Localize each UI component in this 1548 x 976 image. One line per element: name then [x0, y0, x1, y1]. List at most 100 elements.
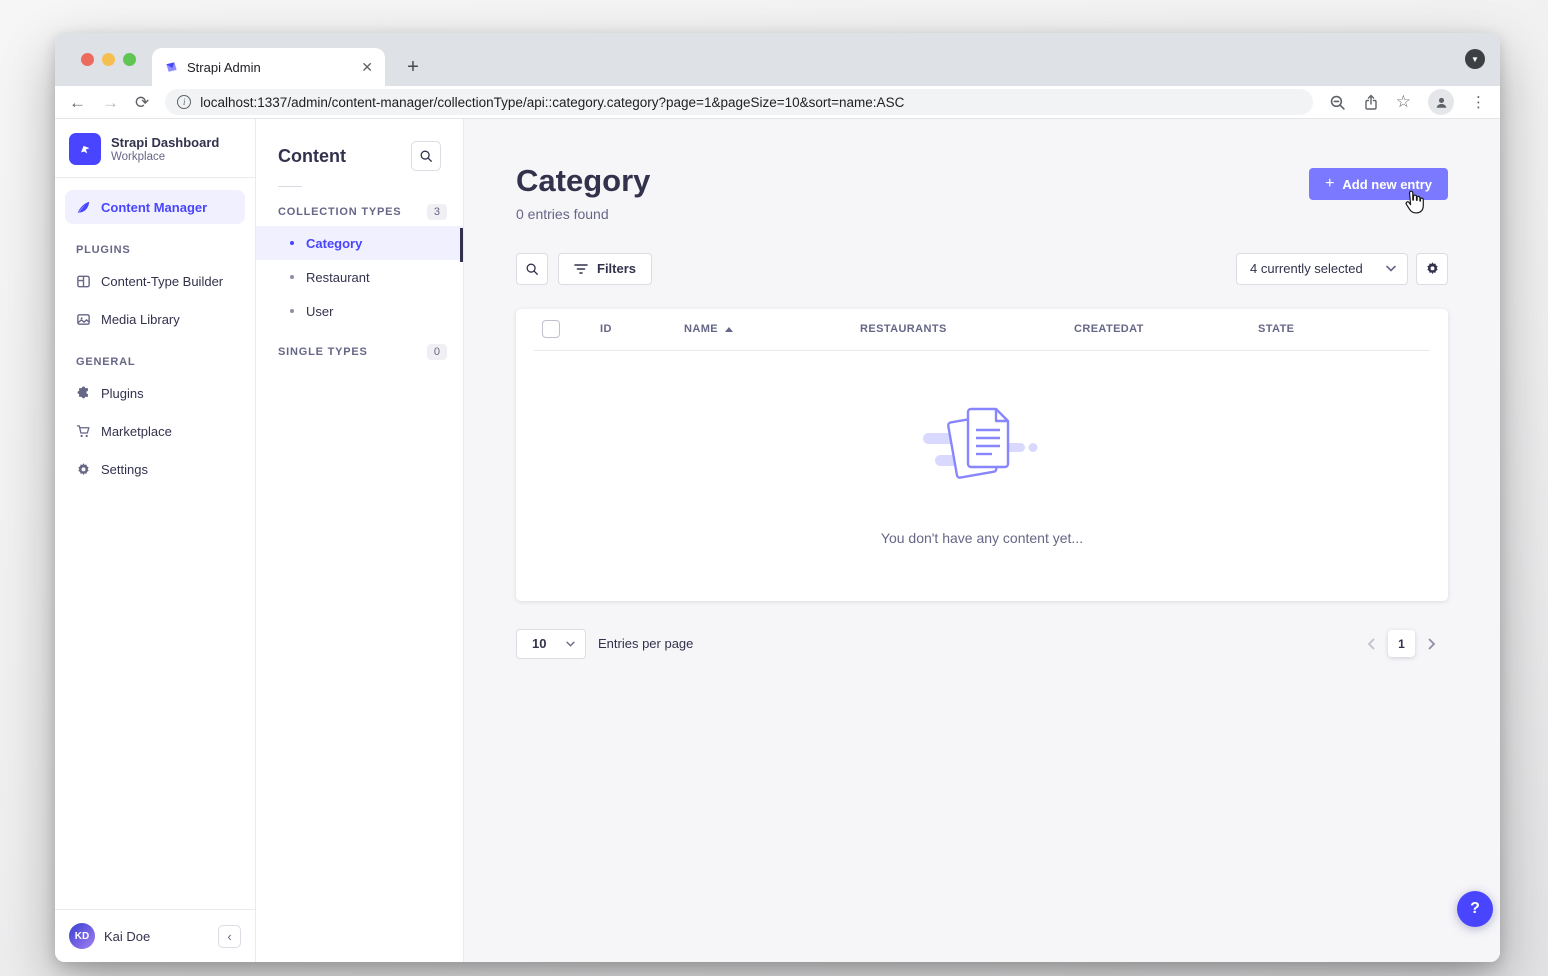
subnav-search-button[interactable]: [411, 141, 441, 171]
fields-select[interactable]: 4 currently selected: [1236, 253, 1408, 285]
filter-icon: [574, 263, 588, 275]
empty-documents-illustration: [921, 405, 1043, 496]
browser-toolbar: ← → ⟳ i localhost:1337/admin/content-man…: [55, 86, 1500, 119]
page-size-select[interactable]: 10: [516, 629, 586, 659]
new-tab-button[interactable]: +: [401, 55, 425, 79]
chevron-down-icon: [1386, 265, 1396, 272]
collection-types-label: COLLECTION TYPES: [278, 206, 401, 218]
empty-state-text: You don't have any content yet...: [881, 530, 1083, 546]
collection-types-count-badge: 3: [427, 204, 447, 220]
tab-title: Strapi Admin: [187, 60, 353, 75]
strapi-logo-icon: [69, 133, 101, 165]
add-new-entry-button[interactable]: + Add new entry: [1309, 168, 1448, 200]
back-icon[interactable]: ←: [69, 94, 86, 111]
workspace-name: Strapi Dashboard: [111, 135, 219, 150]
column-header-id[interactable]: ID: [600, 323, 684, 335]
sidebar-item-media-library[interactable]: Media Library: [65, 302, 245, 336]
content-subnav: Content COLLECTION TYPES 3 Category Rest…: [256, 119, 464, 962]
sidebar-item-content-manager[interactable]: Content Manager: [65, 190, 245, 224]
bullet-icon: [290, 241, 294, 245]
close-window-button[interactable]: [81, 53, 94, 66]
site-info-icon[interactable]: i: [177, 95, 191, 109]
traffic-lights: [81, 53, 136, 66]
browser-menu-icon[interactable]: ⋮: [1471, 93, 1486, 111]
zoom-window-button[interactable]: [123, 53, 136, 66]
zoom-out-icon[interactable]: [1329, 94, 1346, 111]
browser-tab-bar: Strapi Admin ✕ + ▼: [55, 33, 1500, 86]
chrome-actions: ☆ ⋮: [1329, 89, 1486, 115]
picture-icon: [76, 312, 91, 327]
column-header-name[interactable]: NAME: [684, 323, 860, 335]
page-size-value: 10: [532, 636, 546, 651]
entries-count: 0 entries found: [516, 206, 650, 222]
column-header-state[interactable]: STATE: [1258, 323, 1430, 335]
browser-profile-icon[interactable]: [1428, 89, 1454, 115]
help-button[interactable]: ?: [1457, 891, 1493, 927]
entries-per-page-label: Entries per page: [598, 636, 693, 651]
fields-select-value: 4 currently selected: [1250, 261, 1363, 276]
share-icon[interactable]: [1363, 94, 1379, 111]
bullet-icon: [290, 309, 294, 313]
record-indicator-icon[interactable]: ▼: [1465, 49, 1485, 69]
user-row: KD Kai Doe ‹: [55, 909, 255, 962]
sort-ascending-icon: [725, 327, 733, 332]
url-text: localhost:1337/admin/content-manager/col…: [200, 95, 904, 110]
page-title: Category: [516, 163, 650, 199]
sidebar-item-settings[interactable]: Settings: [65, 452, 245, 486]
subnav-item-user[interactable]: User: [256, 294, 463, 328]
previous-page-icon[interactable]: [1367, 638, 1375, 650]
subnav-title: Content: [278, 146, 346, 167]
subnav-item-category[interactable]: Category: [256, 226, 463, 260]
plus-icon: +: [1325, 176, 1334, 192]
avatar[interactable]: KD: [69, 923, 95, 949]
single-types-label: SINGLE TYPES: [278, 346, 368, 358]
entries-table: ID NAME RESTAURANTS CREATEDAT STATE: [516, 309, 1448, 601]
empty-state: You don't have any content yet...: [516, 351, 1448, 546]
browser-tab[interactable]: Strapi Admin ✕: [152, 48, 385, 86]
bullet-icon: [290, 275, 294, 279]
minimize-window-button[interactable]: [102, 53, 115, 66]
sidebar-section-general: GENERAL: [55, 338, 255, 374]
bookmark-star-icon[interactable]: ☆: [1396, 92, 1411, 112]
browser-window: Strapi Admin ✕ + ▼ ← → ⟳ i localhost:133…: [55, 33, 1500, 962]
sidebar-item-content-type-builder[interactable]: Content-Type Builder: [65, 264, 245, 298]
workspace-switcher[interactable]: Strapi Dashboard Workplace: [55, 131, 255, 178]
next-page-icon[interactable]: [1428, 638, 1436, 650]
table-header-row: ID NAME RESTAURANTS CREATEDAT STATE: [516, 309, 1448, 350]
address-bar[interactable]: i localhost:1337/admin/content-manager/c…: [165, 89, 1313, 115]
sidebar-item-plugins[interactable]: Plugins: [65, 376, 245, 410]
gear-icon: [76, 462, 91, 477]
sidebar-item-label: Media Library: [101, 312, 180, 327]
workspace-subtitle: Workplace: [111, 151, 219, 163]
pagination-bar: 10 Entries per page 1: [516, 629, 1448, 659]
subnav-item-restaurant[interactable]: Restaurant: [256, 260, 463, 294]
layout-icon: [76, 274, 91, 289]
sidebar-item-marketplace[interactable]: Marketplace: [65, 414, 245, 448]
column-header-createdat[interactable]: CREATEDAT: [1074, 323, 1258, 335]
forward-icon[interactable]: →: [102, 94, 119, 111]
sidebar-item-label: Content-Type Builder: [101, 274, 223, 289]
chevron-down-icon: [566, 641, 575, 647]
single-types-count-badge: 0: [427, 344, 447, 360]
pen-icon: [76, 200, 91, 215]
select-all-checkbox[interactable]: [542, 320, 560, 338]
subnav-scrollbar[interactable]: [460, 228, 463, 262]
main-content: Category 0 entries found + Add new entry: [464, 119, 1500, 962]
subnav-item-label: User: [306, 304, 333, 319]
puzzle-icon: [76, 386, 91, 401]
sidebar-item-label: Content Manager: [101, 200, 207, 215]
subnav-item-label: Restaurant: [306, 270, 370, 285]
cart-icon: [76, 424, 91, 439]
collapse-sidebar-button[interactable]: ‹: [218, 925, 241, 948]
filters-button[interactable]: Filters: [558, 253, 652, 285]
user-name: Kai Doe: [104, 929, 150, 944]
page-number-button[interactable]: 1: [1388, 630, 1415, 657]
list-toolbar: Filters 4 currently selected: [516, 253, 1448, 285]
column-header-restaurants[interactable]: RESTAURANTS: [860, 323, 1074, 335]
sidebar-item-label: Plugins: [101, 386, 144, 401]
list-settings-button[interactable]: [1416, 253, 1448, 285]
strapi-app: Strapi Dashboard Workplace Content Manag…: [55, 119, 1500, 962]
search-button[interactable]: [516, 253, 548, 285]
tab-close-icon[interactable]: ✕: [361, 59, 373, 76]
reload-icon[interactable]: ⟳: [135, 94, 149, 111]
